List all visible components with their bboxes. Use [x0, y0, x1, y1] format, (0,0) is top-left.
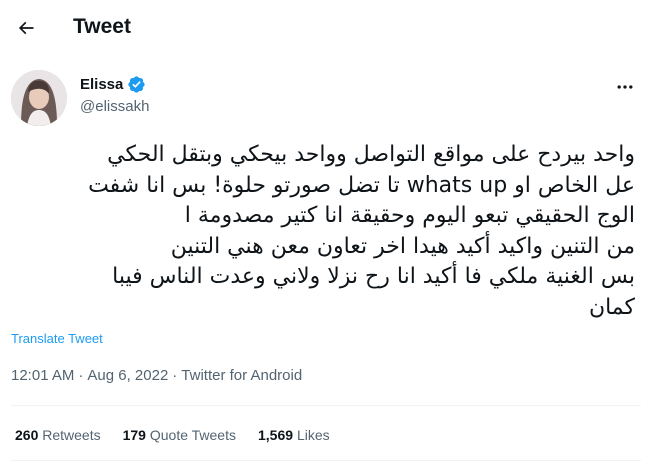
avatar-image	[11, 70, 67, 126]
back-button[interactable]	[8, 10, 44, 46]
retweets-stat[interactable]: 260 Retweets	[15, 427, 101, 443]
likes-stat[interactable]: 1,569 Likes	[258, 427, 330, 443]
author-handle[interactable]: @elissakh	[80, 98, 149, 115]
divider	[11, 405, 641, 406]
retweets-label: Retweets	[42, 427, 101, 443]
page-header: Tweet	[0, 0, 651, 56]
page-title: Tweet	[73, 15, 131, 38]
meta-separator: ·	[172, 367, 178, 384]
tweet-text-line: عل الخاص او whats up تا تضل صورتو حلوة! …	[88, 172, 635, 198]
tweet-text-line: من التنين واكيد أكيد هيدا اخر تعاون معن …	[170, 233, 635, 259]
quote-tweets-label: Quote Tweets	[149, 427, 236, 443]
tweet-stats: 260 Retweets 179 Quote Tweets 1,569 Like…	[15, 427, 330, 443]
tweet-text-line: الوج الحقيقي تبعو اليوم وحقيقة انا كتير …	[184, 203, 635, 228]
tweet-time[interactable]: 12:01 AM	[11, 367, 74, 384]
tweet-source[interactable]: Twitter for Android	[181, 367, 302, 384]
likes-label: Likes	[296, 427, 330, 443]
retweets-count: 260	[15, 427, 39, 443]
author-display-name[interactable]: Elissa	[80, 76, 123, 93]
more-options-button[interactable]	[610, 72, 640, 102]
tweet-text-line: واحد بيردح على مواقع التواصل وواحد بيحكي…	[107, 142, 635, 167]
tweet-meta: 12:01 AM · Aug 6, 2022 · Twitter for And…	[11, 367, 302, 384]
divider	[11, 460, 641, 461]
tweet-text: واحد بيردح على مواقع التواصل وواحد بيحكي…	[12, 140, 635, 323]
avatar[interactable]	[11, 70, 67, 126]
meta-separator: ·	[78, 367, 84, 384]
quote-tweets-stat[interactable]: 179 Quote Tweets	[123, 427, 236, 443]
verified-badge-icon	[128, 76, 145, 93]
quote-tweets-count: 179	[122, 427, 146, 443]
tweet-text-line: بس الغنية ملكي فا أكيد انا رح نزلا ولاني…	[112, 264, 635, 289]
tweet-date[interactable]: Aug 6, 2022	[87, 367, 168, 384]
arrow-left-icon	[18, 21, 34, 35]
translate-tweet-link[interactable]: Translate Tweet	[11, 331, 103, 346]
author-name-row[interactable]: Elissa	[80, 75, 146, 94]
likes-count: 1,569	[258, 427, 294, 443]
tweet-text-line: كمان	[588, 294, 635, 320]
more-horizontal-icon	[617, 85, 633, 89]
